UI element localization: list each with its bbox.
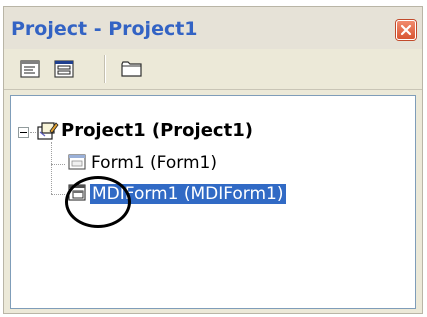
- tree-root-label[interactable]: Project1 (Project1): [61, 120, 253, 141]
- tree-connector: [51, 164, 65, 165]
- collapse-toggle[interactable]: [18, 127, 29, 138]
- close-icon: [400, 24, 412, 36]
- tree-item-form1[interactable]: Form1 (Form1): [91, 153, 217, 173]
- annotation-circle: [65, 176, 131, 228]
- toggle-folders-button[interactable]: [120, 57, 144, 81]
- tree-connector: [51, 194, 65, 195]
- view-code-button[interactable]: [18, 57, 42, 81]
- toolbar: [4, 49, 422, 90]
- project-explorer-window: Project - Project1 Project1 (Project1) F…: [3, 6, 423, 314]
- form-icon: [68, 154, 86, 170]
- tree-connector: [51, 142, 52, 194]
- close-button[interactable]: [396, 20, 416, 40]
- toolbar-separator: [104, 55, 105, 83]
- folder-icon: [121, 61, 142, 77]
- view-code-icon: [20, 60, 40, 78]
- view-object-icon: [54, 60, 74, 78]
- view-object-button[interactable]: [52, 57, 76, 81]
- project-icon: [37, 122, 59, 140]
- title-bar[interactable]: Project - Project1: [4, 7, 422, 49]
- window-title: Project - Project1: [11, 18, 198, 40]
